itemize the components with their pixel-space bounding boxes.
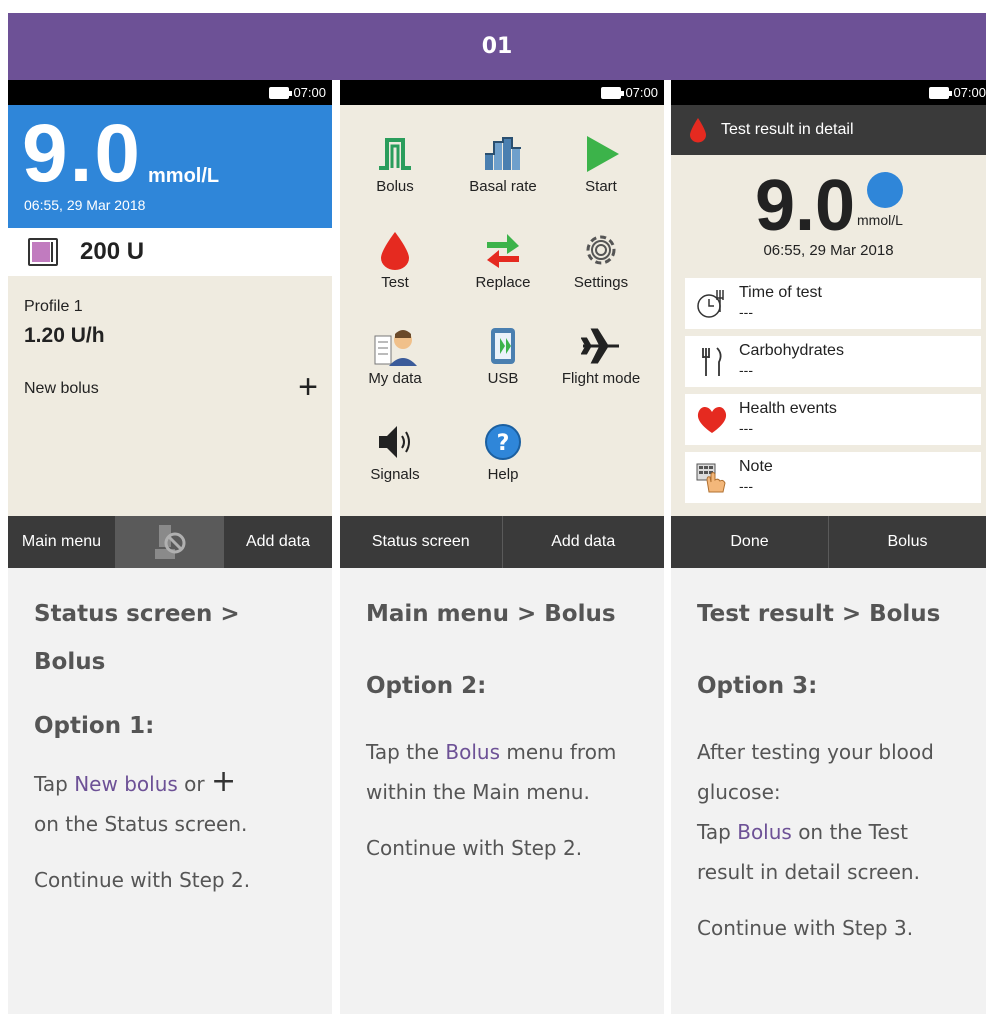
instruction-text: After testing your blood glucose: Tap Bo… (697, 740, 934, 884)
clock: 07:00 (293, 85, 326, 100)
battery-icon (601, 86, 625, 99)
instruction-text: Tap New bolus or + on the Status screen. (34, 764, 248, 836)
gear-icon (586, 235, 616, 265)
continue-text: Continue with Step 2. (366, 836, 583, 860)
option-label: Option 1: (34, 713, 155, 739)
menu-item-start[interactable]: Start (546, 134, 656, 224)
bottom-bar: Status screen Add data (340, 516, 664, 568)
blood-drop-icon (690, 118, 706, 143)
help-icon: ? (485, 424, 521, 460)
my-data-icon (374, 330, 417, 366)
clock-fork-icon (697, 290, 724, 318)
glucose-datetime: 06:55, 29 Mar 2018 (763, 242, 894, 259)
glucose-value: 9.0 (22, 108, 142, 199)
cartridge-icon (28, 238, 58, 266)
option-label: Option 3: (697, 673, 818, 699)
usb-icon (491, 328, 515, 364)
column-option-3: 07:00 Test result in detail 9.0 mmol/L 0… (671, 80, 986, 1014)
continue-text: Continue with Step 2. (34, 868, 251, 892)
device-status-bar: 07:00 (671, 80, 986, 105)
airplane-icon (581, 328, 619, 364)
heart-icon (697, 406, 727, 433)
instruction-heading: Status screen > Bolus (34, 601, 240, 675)
menu-item-help[interactable]: ? Help (448, 422, 558, 512)
menu-item-flight-mode[interactable]: Flight mode (546, 326, 656, 416)
glucose-panel[interactable]: 9.0 mmol/L 06:55, 29 Mar 2018 (8, 105, 332, 228)
test-result-screen: 07:00 Test result in detail 9.0 mmol/L 0… (671, 80, 986, 568)
keypad-hand-icon (696, 463, 726, 493)
bolus-button[interactable]: Bolus (828, 516, 986, 568)
play-icon (587, 136, 619, 172)
row-carbohydrates[interactable]: Carbohydrates --- (685, 336, 981, 387)
screen-title-bar: Test result in detail (671, 105, 986, 155)
glucose-datetime: 06:55, 29 Mar 2018 (24, 197, 146, 213)
menu-item-my-data[interactable]: My data (340, 326, 450, 416)
bolus-link-text: Bolus (737, 820, 792, 844)
insulin-reservoir: 200 U (8, 228, 332, 276)
bolus-icon (379, 138, 411, 170)
insulin-units: 200 U (80, 238, 145, 265)
row-time-of-test[interactable]: Time of test --- (685, 278, 981, 329)
instructions-option-2: Main menu > Bolus Option 2: Tap the Bolu… (340, 568, 664, 868)
glucose-value: 9.0 (755, 166, 856, 246)
plus-icon[interactable]: + (298, 370, 318, 404)
instruction-heading: Main menu > Bolus (366, 601, 616, 627)
option-label: Option 2: (366, 673, 487, 699)
battery-icon (929, 86, 953, 99)
status-screen: 07:00 9.0 mmol/L 06:55, 29 Mar 2018 200 … (8, 80, 332, 568)
step-number: 01 (481, 34, 513, 59)
menu-item-signals[interactable]: Signals (340, 422, 450, 512)
done-button[interactable]: Done (671, 516, 828, 568)
profile-name: Profile 1 (24, 298, 83, 315)
instruction-heading: Test result > Bolus (697, 601, 941, 627)
column-option-2: 07:00 Bolus Basal rate Start Test Replac… (340, 80, 664, 1014)
status-screen-button[interactable]: Status screen (340, 516, 502, 568)
new-bolus-link-text: New bolus (74, 772, 178, 796)
glucose-unit: mmol/L (148, 165, 220, 187)
device-status-bar: 07:00 (8, 80, 332, 105)
fork-knife-icon (702, 347, 722, 376)
menu-item-basal-rate[interactable]: Basal rate (448, 134, 558, 224)
instruction-text: Tap the Bolus menu from within the Main … (366, 740, 617, 804)
screen-title: Test result in detail (721, 121, 854, 138)
battery-icon (269, 86, 293, 99)
device-status-bar: 07:00 (340, 80, 664, 105)
basal-rate-icon (485, 137, 521, 170)
bottom-bar: Done Bolus (671, 516, 986, 568)
plus-icon: + (210, 764, 237, 799)
svg-text:?: ? (497, 431, 510, 456)
add-data-button[interactable]: Add data (501, 516, 665, 568)
main-menu-button[interactable]: Main menu (8, 516, 115, 568)
menu-item-settings[interactable]: Settings (546, 230, 656, 320)
continue-text: Continue with Step 3. (697, 916, 914, 940)
pump-stop-button[interactable] (115, 516, 223, 568)
step-header: 01 (8, 13, 986, 80)
menu-item-replace[interactable]: Replace (448, 230, 558, 320)
instructions-option-3: Test result > Bolus Option 3: After test… (671, 568, 986, 948)
main-menu-screen: 07:00 Bolus Basal rate Start Test Replac… (340, 80, 664, 568)
glucose-unit: mmol/L (857, 212, 903, 228)
blood-drop-icon (381, 232, 409, 270)
basal-rate: 1.20 U/h (24, 324, 105, 347)
replace-arrows-icon (487, 234, 519, 268)
bolus-link-text: Bolus (445, 740, 501, 764)
row-health-events[interactable]: Health events --- (685, 394, 981, 445)
add-data-button[interactable]: Add data (223, 516, 332, 568)
speaker-icon (379, 426, 410, 458)
menu-item-bolus[interactable]: Bolus (340, 134, 450, 224)
instructions-option-1: Status screen > Bolus Option 1: Tap New … (8, 568, 332, 900)
new-bolus-link[interactable]: New bolus (24, 380, 99, 398)
clock: 07:00 (625, 85, 658, 100)
bottom-bar: Main menu Add data (8, 516, 332, 568)
clock: 07:00 (953, 85, 986, 100)
menu-item-usb[interactable]: USB (448, 326, 558, 416)
glucose-range-indicator (867, 172, 903, 208)
menu-item-test[interactable]: Test (340, 230, 450, 320)
pump-stopped-icon (154, 525, 185, 559)
column-option-1: 07:00 9.0 mmol/L 06:55, 29 Mar 2018 200 … (8, 80, 332, 1014)
row-note[interactable]: Note --- (685, 452, 981, 503)
